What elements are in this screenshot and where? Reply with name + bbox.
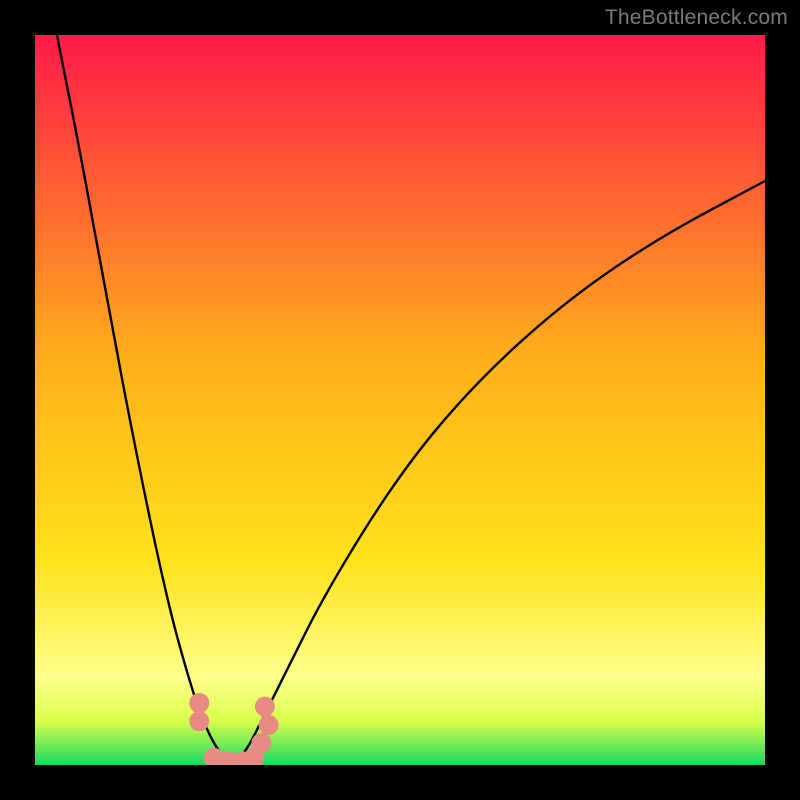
marker-dot <box>255 697 275 717</box>
marker-dot <box>189 693 209 713</box>
marker-dot <box>189 711 209 731</box>
watermark-text: TheBottleneck.com <box>605 6 788 30</box>
marker-dot <box>251 733 271 753</box>
gradient-background <box>35 35 765 765</box>
marker-dot <box>259 715 279 735</box>
plot-area <box>35 35 765 765</box>
bottleneck-chart <box>35 35 765 765</box>
